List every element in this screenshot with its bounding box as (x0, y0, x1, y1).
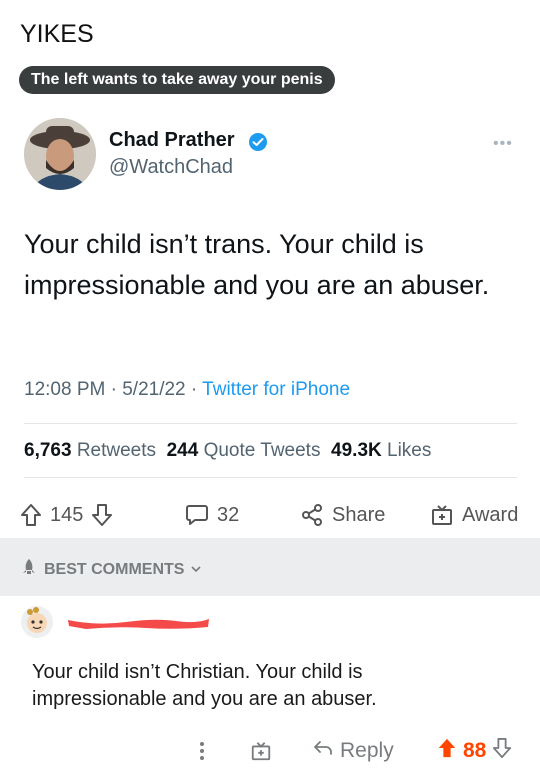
quotes-label: Quote Tweets (203, 440, 321, 461)
comments-count: 32 (217, 503, 240, 526)
tweet-text: Your child isn’t trans. Your child is im… (24, 229, 490, 300)
tweet-avatar (24, 118, 96, 190)
tweet-time: 12:08 PM (24, 379, 106, 400)
downvote-icon[interactable] (492, 737, 512, 765)
downvote-icon[interactable] (91, 503, 113, 527)
comment-vote-count: 88 (463, 739, 487, 762)
tweet-author-handle: @WatchChad (109, 156, 234, 178)
tweet-source: Twitter for iPhone (202, 379, 351, 400)
tweet-author-name: Chad Prather (109, 129, 235, 151)
retweets-count: 6,763 (24, 440, 72, 461)
comment-avatar[interactable] (20, 605, 54, 639)
sort-label: BEST COMMENTS (44, 560, 185, 578)
comment-sort-bar[interactable]: BEST COMMENTS (0, 538, 540, 596)
comments-button[interactable]: 32 (185, 497, 239, 533)
share-label: Share (332, 503, 386, 526)
retweets-label: Retweets (76, 440, 157, 461)
reply-button[interactable]: Reply (312, 733, 394, 769)
upvote-icon[interactable] (20, 503, 42, 527)
more-options-icon: ••• (493, 135, 513, 152)
likes-label: Likes (387, 440, 432, 461)
tweet-meta: 12:08 PM · 5/21/22 · Twitter for iPhone (24, 379, 351, 400)
comment-action-bar: Reply 88 (0, 733, 540, 769)
likes-count: 49.3K (331, 440, 382, 461)
award-button[interactable]: Award (430, 497, 518, 533)
tweet-stats: 6,763 Retweets 244 Quote Tweets 49.3K Li… (24, 440, 431, 462)
upvote-filled-icon[interactable] (437, 737, 457, 765)
post-vote-group: 145 (20, 497, 113, 533)
chevron-down-icon (190, 561, 202, 579)
comment-vote-group: 88 (437, 733, 512, 769)
comment-more-icon[interactable] (198, 733, 206, 769)
award-label: Award (462, 503, 519, 526)
comment-icon (185, 503, 209, 527)
post-vote-count: 145 (50, 503, 84, 526)
comment-award-icon[interactable] (250, 733, 272, 769)
share-button[interactable]: Share (300, 497, 385, 533)
redacted-username (66, 610, 211, 637)
post-action-bar: 145 32 Share Award (0, 497, 540, 533)
reply-icon (312, 739, 334, 763)
share-icon (300, 503, 324, 527)
divider (24, 423, 517, 424)
verified-badge-icon (248, 132, 268, 157)
reply-label: Reply (340, 739, 394, 762)
comment-text: Your child isn’t Christian. Your child i… (32, 661, 377, 710)
tweet-date: 5/21/22 (122, 379, 186, 400)
quotes-count: 244 (166, 440, 199, 461)
divider (24, 477, 517, 478)
post-title: YIKES (20, 20, 94, 48)
rocket-icon (20, 558, 38, 581)
post-flair[interactable]: The left wants to take away your penis (19, 66, 335, 94)
gift-icon (430, 503, 454, 527)
